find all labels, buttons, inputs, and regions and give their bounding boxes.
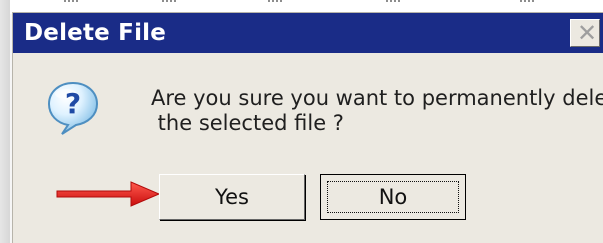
message-line-1: Are you sure you want to permanently del… [151,86,603,110]
background-dotted-line [386,0,400,9]
question-icon: ? [47,81,99,135]
dialog-title: Delete File [24,20,167,46]
close-icon: ✕ [577,19,598,47]
left-shadow [0,0,10,243]
title-bar[interactable]: Delete File ✕ [13,13,603,53]
dialog-message: Are you sure you want to permanently del… [151,86,603,136]
red-arrow-icon [56,181,161,207]
background-dotted-line [268,0,282,9]
yes-button-label: Yes [215,185,249,209]
close-button[interactable]: ✕ [570,19,600,47]
background-dotted-line [520,0,534,9]
yes-button[interactable]: Yes [159,174,305,220]
svg-text:?: ? [65,87,81,120]
background-dotted-line [64,0,78,9]
background-dotted-line [162,0,176,9]
message-line-2: the selected file ? [151,111,344,135]
no-button[interactable]: No [320,174,466,220]
delete-file-dialog: Delete File ✕ ? Are you sure you want to… [12,12,603,243]
no-button-label: No [378,185,408,209]
screenshot-stage: Delete File ✕ ? Are you sure you want to… [0,0,603,243]
